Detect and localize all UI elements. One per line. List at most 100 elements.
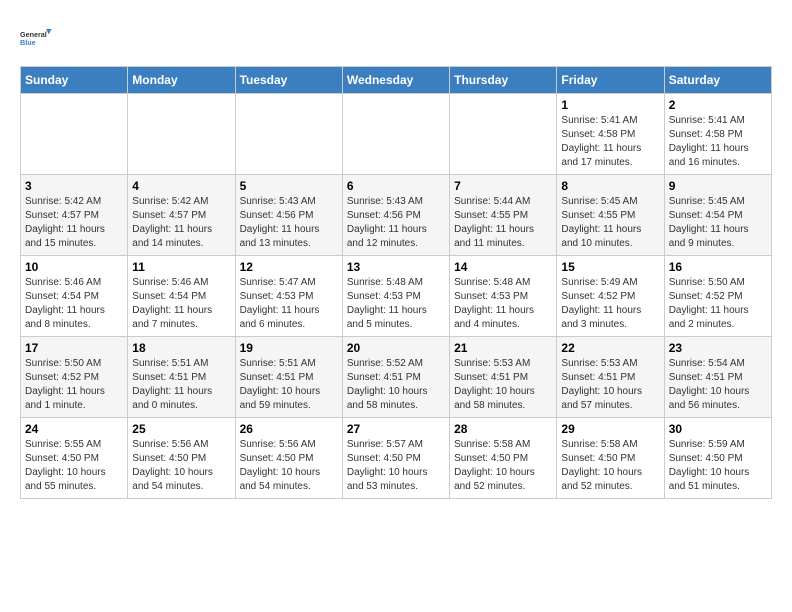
day-number: 25 bbox=[132, 422, 230, 436]
calendar-cell: 14Sunrise: 5:48 AMSunset: 4:53 PMDayligh… bbox=[450, 256, 557, 337]
calendar-cell: 26Sunrise: 5:56 AMSunset: 4:50 PMDayligh… bbox=[235, 418, 342, 499]
day-number: 12 bbox=[240, 260, 338, 274]
day-info: Sunset: 4:56 PM bbox=[240, 209, 338, 223]
day-number: 27 bbox=[347, 422, 445, 436]
calendar-cell bbox=[21, 94, 128, 175]
day-number: 17 bbox=[25, 341, 123, 355]
weekday-header: Monday bbox=[128, 67, 235, 94]
day-number: 3 bbox=[25, 179, 123, 193]
day-info: Sunrise: 5:51 AM bbox=[240, 357, 338, 371]
day-info: Daylight: 10 hours and 54 minutes. bbox=[240, 466, 338, 494]
day-info: Sunrise: 5:42 AM bbox=[132, 195, 230, 209]
day-info: Sunrise: 5:45 AM bbox=[669, 195, 767, 209]
calendar-cell: 22Sunrise: 5:53 AMSunset: 4:51 PMDayligh… bbox=[557, 337, 664, 418]
day-info: Sunrise: 5:46 AM bbox=[132, 276, 230, 290]
day-info: Sunrise: 5:41 AM bbox=[561, 114, 659, 128]
calendar-cell: 6Sunrise: 5:43 AMSunset: 4:56 PMDaylight… bbox=[342, 175, 449, 256]
day-info: Daylight: 10 hours and 59 minutes. bbox=[240, 385, 338, 413]
day-info: Sunset: 4:52 PM bbox=[561, 290, 659, 304]
day-info: Sunrise: 5:57 AM bbox=[347, 438, 445, 452]
day-info: Sunrise: 5:53 AM bbox=[454, 357, 552, 371]
logo: GeneralBlue bbox=[20, 20, 60, 56]
day-info: Daylight: 10 hours and 52 minutes. bbox=[454, 466, 552, 494]
day-number: 1 bbox=[561, 98, 659, 112]
day-info: Sunrise: 5:53 AM bbox=[561, 357, 659, 371]
day-info: Sunset: 4:52 PM bbox=[669, 290, 767, 304]
day-info: Daylight: 11 hours and 17 minutes. bbox=[561, 142, 659, 170]
day-info: Sunset: 4:58 PM bbox=[669, 128, 767, 142]
day-info: Sunrise: 5:55 AM bbox=[25, 438, 123, 452]
calendar-week-row: 1 Sunrise: 5:41 AM Sunset: 4:58 PM Daylight… bbox=[21, 94, 772, 175]
day-info: Daylight: 10 hours and 56 minutes. bbox=[669, 385, 767, 413]
day-info: Sunset: 4:51 PM bbox=[454, 371, 552, 385]
calendar-cell: 17Sunrise: 5:50 AMSunset: 4:52 PMDayligh… bbox=[21, 337, 128, 418]
day-info: Daylight: 11 hours and 5 minutes. bbox=[347, 304, 445, 332]
day-number: 7 bbox=[454, 179, 552, 193]
svg-text:General: General bbox=[20, 30, 47, 39]
day-info: Sunset: 4:53 PM bbox=[454, 290, 552, 304]
day-number: 28 bbox=[454, 422, 552, 436]
logo-icon: GeneralBlue bbox=[20, 20, 56, 56]
day-info: Sunrise: 5:44 AM bbox=[454, 195, 552, 209]
day-number: 26 bbox=[240, 422, 338, 436]
day-info: Sunrise: 5:51 AM bbox=[132, 357, 230, 371]
weekday-header: Tuesday bbox=[235, 67, 342, 94]
day-number: 23 bbox=[669, 341, 767, 355]
calendar-week-row: 17 Sunrise: 5:50 AMSunset: 4:52 PM Dayligh… bbox=[21, 337, 772, 418]
weekday-header-row: SundayMondayTuesdayWednesdayThursdayFrid… bbox=[21, 67, 772, 94]
day-number: 4 bbox=[132, 179, 230, 193]
day-info: Sunrise: 5:48 AM bbox=[347, 276, 445, 290]
weekday-header: Saturday bbox=[664, 67, 771, 94]
day-info: Daylight: 10 hours and 58 minutes. bbox=[347, 385, 445, 413]
day-info: Sunset: 4:55 PM bbox=[561, 209, 659, 223]
day-info: Sunrise: 5:54 AM bbox=[669, 357, 767, 371]
day-info: Sunset: 4:51 PM bbox=[132, 371, 230, 385]
day-number: 11 bbox=[132, 260, 230, 274]
calendar-cell: 16Sunrise: 5:50 AMSunset: 4:52 PMDayligh… bbox=[664, 256, 771, 337]
day-number: 29 bbox=[561, 422, 659, 436]
day-info: Sunset: 4:52 PM bbox=[25, 371, 123, 385]
day-info: Daylight: 11 hours and 3 minutes. bbox=[561, 304, 659, 332]
weekday-header: Friday bbox=[557, 67, 664, 94]
calendar-cell: 18Sunrise: 5:51 AMSunset: 4:51 PMDayligh… bbox=[128, 337, 235, 418]
calendar-cell: 9Sunrise: 5:45 AMSunset: 4:54 PMDaylight… bbox=[664, 175, 771, 256]
calendar-cell: 10Sunrise: 5:46 AMSunset: 4:54 PMDayligh… bbox=[21, 256, 128, 337]
day-number: 13 bbox=[347, 260, 445, 274]
day-number: 18 bbox=[132, 341, 230, 355]
day-info: Daylight: 11 hours and 13 minutes. bbox=[240, 223, 338, 251]
day-number: 30 bbox=[669, 422, 767, 436]
day-info: Daylight: 10 hours and 52 minutes. bbox=[561, 466, 659, 494]
day-info: Sunset: 4:50 PM bbox=[132, 452, 230, 466]
day-info: Daylight: 11 hours and 4 minutes. bbox=[454, 304, 552, 332]
calendar-cell: 7Sunrise: 5:44 AMSunset: 4:55 PMDaylight… bbox=[450, 175, 557, 256]
calendar-cell: 3Sunrise: 5:42 AMSunset: 4:57 PMDaylight… bbox=[21, 175, 128, 256]
calendar-week-row: 3Sunrise: 5:42 AMSunset: 4:57 PMDaylight… bbox=[21, 175, 772, 256]
day-info: Sunset: 4:51 PM bbox=[240, 371, 338, 385]
day-number: 14 bbox=[454, 260, 552, 274]
calendar-body: 1 Sunrise: 5:41 AM Sunset: 4:58 PM Daylight… bbox=[21, 94, 772, 499]
day-info: Sunset: 4:50 PM bbox=[25, 452, 123, 466]
day-info: Sunset: 4:56 PM bbox=[347, 209, 445, 223]
day-number: 19 bbox=[240, 341, 338, 355]
calendar-cell: 27Sunrise: 5:57 AMSunset: 4:50 PMDayligh… bbox=[342, 418, 449, 499]
day-info: Sunrise: 5:52 AM bbox=[347, 357, 445, 371]
day-info: Sunset: 4:57 PM bbox=[25, 209, 123, 223]
day-info: Sunrise: 5:50 AM bbox=[25, 357, 123, 371]
day-number: 5 bbox=[240, 179, 338, 193]
day-info: Daylight: 11 hours and 2 minutes. bbox=[669, 304, 767, 332]
day-info: Daylight: 11 hours and 12 minutes. bbox=[347, 223, 445, 251]
day-number: 15 bbox=[561, 260, 659, 274]
day-info: Sunrise: 5:42 AM bbox=[25, 195, 123, 209]
calendar-cell: 30Sunrise: 5:59 AMSunset: 4:50 PMDayligh… bbox=[664, 418, 771, 499]
day-info: Sunset: 4:51 PM bbox=[347, 371, 445, 385]
day-info: Daylight: 11 hours and 11 minutes. bbox=[454, 223, 552, 251]
calendar-cell bbox=[450, 94, 557, 175]
day-info: Sunrise: 5:45 AM bbox=[561, 195, 659, 209]
day-info: Daylight: 11 hours and 6 minutes. bbox=[240, 304, 338, 332]
calendar-cell: 11Sunrise: 5:46 AMSunset: 4:54 PMDayligh… bbox=[128, 256, 235, 337]
day-info: Sunset: 4:54 PM bbox=[132, 290, 230, 304]
day-info: Daylight: 11 hours and 9 minutes. bbox=[669, 223, 767, 251]
day-info: Sunrise: 5:43 AM bbox=[240, 195, 338, 209]
calendar-cell: 4Sunrise: 5:42 AMSunset: 4:57 PMDaylight… bbox=[128, 175, 235, 256]
svg-text:Blue: Blue bbox=[20, 38, 36, 47]
